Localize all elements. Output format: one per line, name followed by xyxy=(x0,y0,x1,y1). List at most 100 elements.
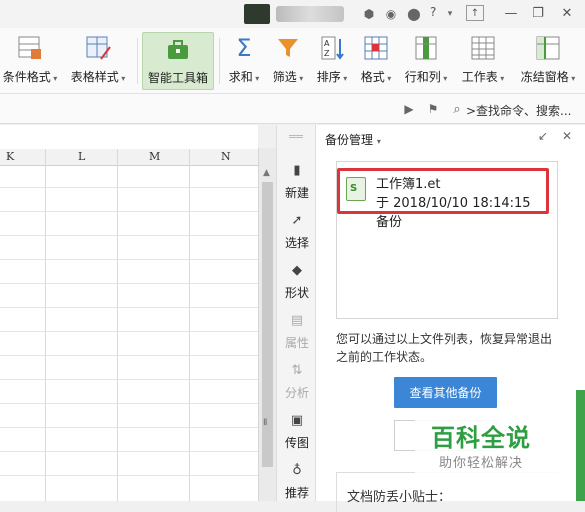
spreadsheet-grid[interactable]: K L M N xyxy=(0,125,258,501)
freeze-panes-button[interactable]: 冻结窗格 xyxy=(516,32,580,90)
watermark-title: 百科全说 xyxy=(431,424,531,452)
table-style-button[interactable]: 表格样式 xyxy=(66,32,130,90)
minimize-button[interactable]: — xyxy=(500,3,522,23)
flag-icon[interactable]: ⚑ xyxy=(424,100,442,118)
tool-shape[interactable]: ◆ 形状 xyxy=(277,263,317,301)
column-header[interactable]: M xyxy=(149,150,160,163)
close-button[interactable]: ✕ xyxy=(556,3,578,23)
grid-line xyxy=(0,187,258,188)
ribbon-divider xyxy=(219,38,220,84)
smart-toolbox-button[interactable]: 智能工具箱 xyxy=(142,32,214,90)
shield-icon[interactable]: ⬢ xyxy=(360,5,378,23)
command-search-input[interactable]: >查找命令、搜索... xyxy=(466,102,572,119)
backup-file-date: 于 2018/10/10 18:14:15 备份 xyxy=(376,196,531,230)
splitter-grip-icon[interactable]: Ⅱ xyxy=(263,418,267,428)
worksheet-button[interactable]: 工作表 xyxy=(458,32,508,90)
cloud-icon[interactable]: ⬤ xyxy=(405,5,423,23)
freeze-panes-icon xyxy=(535,35,561,61)
tool-upload-image[interactable]: ▣ 传图 xyxy=(277,413,317,451)
collapse-icon[interactable]: ↙ xyxy=(538,129,548,143)
panel-drag-handle[interactable] xyxy=(289,135,303,138)
grid-line xyxy=(189,149,190,501)
backup-description: 您可以通过以上文件列表，恢复异常退出之前的工作状态。 xyxy=(336,332,553,364)
image-icon: ▣ xyxy=(290,413,304,428)
rows-columns-icon xyxy=(413,35,439,61)
grid-line xyxy=(0,427,258,428)
restore-button[interactable]: ❐ xyxy=(527,3,549,23)
sort-button[interactable]: AZ 排序 xyxy=(314,32,350,90)
tool-recommend[interactable]: ♁ 推荐 xyxy=(277,463,317,501)
svg-text:A: A xyxy=(324,39,330,48)
conditional-format-icon xyxy=(17,35,43,61)
search-icon: ⌕ xyxy=(453,101,461,117)
tips-title: 文档防丢小贴士： xyxy=(347,490,452,505)
tips-section: 文档防丢小贴士： xyxy=(336,472,558,512)
properties-icon: ▤ xyxy=(290,313,304,328)
spreadsheet-file-icon: S xyxy=(346,177,366,201)
panel-title-dropdown[interactable]: 备份管理 ▾ xyxy=(325,131,381,148)
sigma-icon: Σ xyxy=(236,34,252,62)
worksheet-icon xyxy=(470,35,496,61)
tool-properties[interactable]: ▤ 属性 xyxy=(277,313,317,351)
column-header-row: K L M N xyxy=(0,149,258,166)
ribbon-toolbar: 条件格式 表格样式 智能工具箱 Σ 求和 筛选 AZ 排序 格式 xyxy=(0,28,585,94)
right-edge-tab[interactable] xyxy=(576,390,585,501)
chevron-down-icon: ▾ xyxy=(376,137,381,146)
sort-icon: AZ xyxy=(319,35,345,61)
grid-line xyxy=(0,451,258,452)
shapes-icon: ◆ xyxy=(292,263,302,278)
side-tool-strip: ▮ 新建 ➚ 选择 ◆ 形状 ▤ 属性 ⇅ 分析 ▣ 传图 ♁ 推荐 xyxy=(276,125,316,501)
grid-line xyxy=(0,259,258,260)
chevron-down-icon[interactable]: ▾ xyxy=(441,5,459,23)
title-bar: ⬢ ◉ ⬤ ? ▾ ↑ — ❐ ✕ xyxy=(0,0,585,28)
watermark: 百科全说 助你轻松解决 xyxy=(415,410,560,476)
cursor-icon: ➚ xyxy=(291,213,303,228)
rows-columns-button[interactable]: 行和列 xyxy=(402,32,450,90)
grid-line xyxy=(0,331,258,332)
format-button[interactable]: 格式 xyxy=(358,32,394,90)
backup-file-name: 工作簿1.et xyxy=(376,177,441,192)
conditional-format-button[interactable]: 条件格式 xyxy=(0,32,60,90)
grid-line xyxy=(0,283,258,284)
table-style-icon xyxy=(85,35,111,61)
grid-line xyxy=(0,475,258,476)
bell-icon[interactable]: ◉ xyxy=(382,5,400,23)
fullscreen-icon[interactable]: ↑ xyxy=(466,5,484,21)
grid-line xyxy=(0,355,258,356)
play-icon[interactable]: ▶ xyxy=(400,100,418,118)
scroll-up-icon[interactable]: ▲ xyxy=(263,168,270,178)
format-icon xyxy=(363,35,389,61)
help-menu[interactable]: ? xyxy=(430,5,436,19)
grid-line xyxy=(0,307,258,308)
tool-analyze[interactable]: ⇅ 分析 xyxy=(277,363,317,401)
column-header[interactable]: K xyxy=(6,150,14,163)
ribbon-divider xyxy=(137,38,138,84)
award-icon: ♁ xyxy=(292,463,302,478)
toolbox-icon xyxy=(165,36,191,62)
sum-button[interactable]: Σ 求和 xyxy=(226,32,262,90)
grid-line xyxy=(0,403,258,404)
view-other-backups-button[interactable]: 查看其他备份 xyxy=(394,377,497,408)
avatar[interactable] xyxy=(244,4,270,24)
filter-icon xyxy=(275,35,301,61)
grid-line xyxy=(117,149,118,501)
grid-line xyxy=(0,211,258,212)
watermark-subtitle: 助你轻松解决 xyxy=(439,456,524,471)
grid-line xyxy=(0,379,258,380)
vertical-scrollbar[interactable]: ▲ Ⅱ xyxy=(258,148,276,501)
tool-new[interactable]: ▮ 新建 xyxy=(277,163,317,201)
grid-line xyxy=(45,149,46,501)
backup-file-list[interactable]: S 工作簿1.et 于 2018/10/10 18:14:15 备份 xyxy=(336,161,558,319)
grid-line xyxy=(0,235,258,236)
tool-select[interactable]: ➚ 选择 xyxy=(277,213,317,251)
backup-file-item[interactable]: S 工作簿1.et 于 2018/10/10 18:14:15 备份 xyxy=(337,168,549,230)
filter-button[interactable]: 筛选 xyxy=(270,32,306,90)
svg-text:Z: Z xyxy=(324,49,330,58)
analyze-icon: ⇅ xyxy=(291,363,303,378)
column-header[interactable]: L xyxy=(78,150,85,163)
close-icon[interactable]: ✕ xyxy=(562,129,572,143)
user-name-blurred xyxy=(276,6,344,22)
new-file-icon: ▮ xyxy=(293,163,301,178)
command-bar: ▶ ⚑ ⌕ >查找命令、搜索... xyxy=(0,94,585,124)
column-header[interactable]: N xyxy=(221,150,231,163)
